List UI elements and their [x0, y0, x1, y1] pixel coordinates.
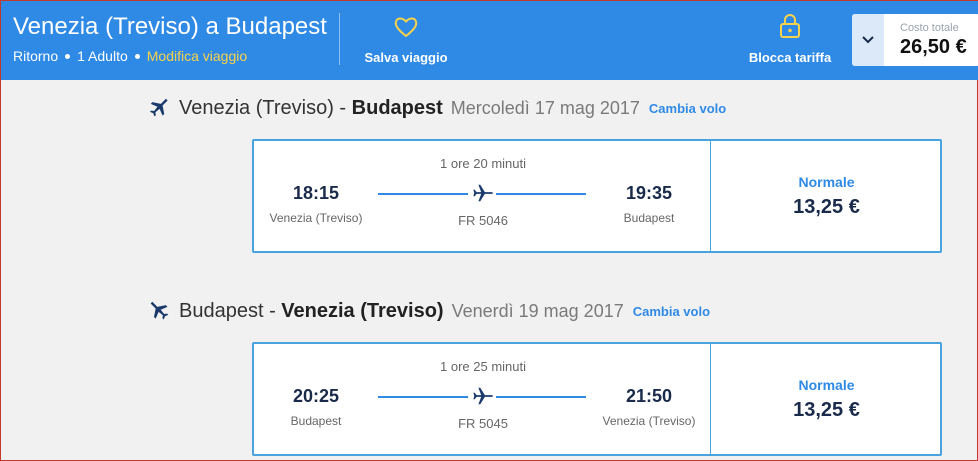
total-cost-box[interactable]: Costo totale 26,50 €: [852, 14, 978, 66]
modify-trip-link[interactable]: Modifica viaggio: [147, 48, 247, 64]
departure-city: Venezia (Treviso): [269, 211, 363, 225]
arrival-city: Venezia (Treviso): [602, 414, 696, 428]
total-cost-label: Costo totale: [900, 22, 959, 34]
header-divider: [339, 13, 340, 65]
page-title: Venezia (Treviso) a Budapest: [13, 13, 327, 40]
route-line: [496, 193, 586, 195]
top-bar: Venezia (Treviso) a Budapest Ritorno 1 A…: [1, 1, 978, 80]
lock-fare-button[interactable]: Blocca tariffa: [743, 13, 837, 65]
fare-price: 13,25 €: [793, 399, 860, 421]
plane-icon: [149, 98, 168, 117]
flight-duration: 1 ore 25 minuti: [440, 359, 526, 374]
flight-card-return[interactable]: 1 ore 25 minuti 20:25 Budapest FR 5045 2…: [252, 342, 942, 456]
lock-icon: [780, 14, 800, 38]
leg-separator: -: [333, 96, 352, 119]
arrival-time: 21:50: [625, 386, 673, 406]
plane-icon: [473, 387, 493, 405]
route-line: [378, 396, 468, 398]
chevron-down-icon: [862, 36, 874, 44]
change-flight-link[interactable]: Cambia volo: [633, 304, 710, 319]
leg-route: Budapest - Venezia (Treviso): [179, 300, 444, 323]
fare-price: 13,25 €: [793, 196, 860, 218]
leg-route: Venezia (Treviso) - Budapest: [179, 97, 443, 120]
flight-number: FR 5045: [458, 416, 508, 431]
leg-separator: -: [263, 299, 282, 322]
plane-icon: [473, 184, 493, 202]
flight-duration: 1 ore 20 minuti: [440, 156, 526, 171]
heart-icon: [394, 17, 418, 38]
bullet-separator: [65, 53, 71, 59]
leg-destination: Budapest: [351, 96, 443, 119]
passenger-count: 1 Adulto: [77, 48, 128, 64]
change-flight-link[interactable]: Cambia volo: [649, 101, 726, 116]
leg-origin: Budapest: [179, 299, 264, 322]
lock-fare-label: Blocca tariffa: [748, 50, 832, 65]
total-expand-button[interactable]: [852, 14, 884, 66]
plane-icon: [150, 301, 169, 320]
fare-type: Normale: [798, 377, 855, 393]
arrival-city: Budapest: [623, 211, 675, 225]
save-trip-button[interactable]: Salva viaggio: [361, 15, 451, 65]
leg-heading-outbound: Venezia (Treviso) - Budapest Mercoledì 1…: [149, 95, 726, 121]
total-cost-value: 26,50 €: [900, 36, 967, 58]
route-line: [378, 193, 468, 195]
leg-heading-return: Budapest - Venezia (Treviso) Venerdì 19 …: [149, 298, 710, 324]
arrival-time: 19:35: [625, 183, 673, 203]
trip-meta: Ritorno 1 Adulto Modifica viaggio: [13, 48, 247, 64]
leg-destination: Venezia (Treviso): [281, 299, 444, 322]
leg-date: Venerdì 19 mag 2017: [451, 300, 624, 321]
fare-type: Normale: [798, 174, 855, 190]
departure-time: 20:25: [292, 386, 340, 406]
leg-date: Mercoledì 17 mag 2017: [450, 97, 640, 118]
departure-time: 18:15: [292, 183, 340, 203]
leg-origin: Venezia (Treviso): [179, 96, 334, 119]
trip-type: Ritorno: [13, 48, 59, 64]
departure-city: Budapest: [290, 414, 342, 428]
save-trip-label: Salva viaggio: [364, 50, 448, 65]
flight-number: FR 5046: [458, 213, 508, 228]
bullet-separator: [134, 53, 140, 59]
route-line: [496, 396, 586, 398]
flight-card-outbound[interactable]: 1 ore 20 minuti 18:15 Venezia (Treviso) …: [252, 139, 942, 253]
